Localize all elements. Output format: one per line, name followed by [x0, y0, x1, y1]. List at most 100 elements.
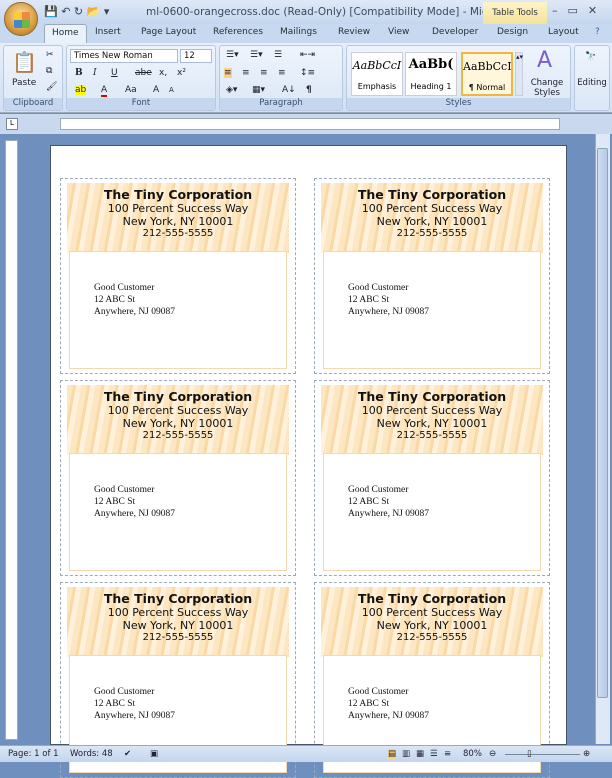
macro-icon[interactable]: ▣: [150, 749, 158, 759]
company-phone: 212-555-5555: [142, 632, 214, 643]
recipient-name: Good Customer: [94, 485, 155, 495]
clipboard-group: 📋 Paste ✂ ⧉ 🖌 Clipboard: [3, 45, 63, 111]
multilevel-list-icon[interactable]: ☰: [274, 50, 282, 60]
bullets-icon[interactable]: ☰▾: [226, 50, 239, 60]
line-spacing-icon[interactable]: ↕≡: [300, 68, 315, 78]
minimize-button[interactable]: –: [552, 4, 568, 17]
tab-view[interactable]: View: [388, 27, 409, 37]
address-label[interactable]: The Tiny Corporation 100 Percent Success…: [314, 178, 550, 374]
customize-qat-icon[interactable]: ▾: [104, 5, 110, 18]
tab-home[interactable]: Home: [44, 24, 87, 43]
window-controls: –▭✕: [552, 4, 607, 17]
window-title: ml-0600-orangecross.doc (Read-Only) [Com…: [146, 6, 514, 18]
indent-icons[interactable]: ⇤⇥: [300, 50, 315, 60]
cut-icon[interactable]: ✂: [46, 50, 54, 60]
address-label[interactable]: The Tiny Corporation 100 Percent Success…: [60, 380, 296, 576]
copy-icon[interactable]: ⧉: [46, 66, 52, 76]
document-page[interactable]: The Tiny Corporation 100 Percent Success…: [50, 145, 567, 778]
recipient-street: 12 ABC St: [348, 699, 390, 709]
address-label[interactable]: The Tiny Corporation 100 Percent Success…: [314, 380, 550, 576]
sort-icon[interactable]: A↓: [282, 85, 296, 95]
change-styles-icon[interactable]: A: [537, 48, 552, 73]
tab-references[interactable]: References: [213, 27, 263, 37]
company-city: New York, NY 10001: [376, 215, 488, 228]
find-icon[interactable]: 🔭: [585, 52, 596, 62]
draft-icon[interactable]: ≡: [444, 749, 451, 759]
web-layout-icon[interactable]: ▦: [416, 749, 424, 759]
redo-icon[interactable]: ↻: [74, 5, 83, 18]
vertical-ruler[interactable]: [5, 140, 18, 740]
print-layout-icon[interactable]: ▤: [388, 749, 397, 759]
tab-page-layout[interactable]: Page Layout: [141, 27, 196, 37]
bold-button[interactable]: B: [75, 68, 83, 78]
format-painter-icon[interactable]: 🖌: [46, 82, 57, 92]
styles-label: Styles: [347, 98, 570, 110]
office-button[interactable]: [4, 2, 38, 36]
help-icon[interactable]: ?: [595, 27, 600, 37]
align-center-icon[interactable]: ≡: [242, 68, 250, 78]
zoom-slider-thumb[interactable]: ▯: [527, 749, 532, 759]
tab-review[interactable]: Review: [338, 27, 370, 37]
tab-design[interactable]: Design: [497, 27, 528, 37]
borders-icon[interactable]: ▦▾: [252, 85, 265, 95]
paste-button[interactable]: Paste: [12, 78, 36, 88]
zoom-in-icon[interactable]: ⊕: [583, 749, 590, 759]
highlight-icon[interactable]: ab: [75, 85, 87, 95]
zoom-out-icon[interactable]: ⊖: [489, 749, 496, 759]
full-screen-reading-icon[interactable]: ▥: [402, 749, 410, 759]
align-right-icon[interactable]: ≡: [260, 68, 268, 78]
styles-scroll[interactable]: ▴▾: [515, 52, 523, 96]
strikethrough-button[interactable]: abe: [135, 68, 152, 78]
page-count[interactable]: Page: 1 of 1: [8, 749, 59, 759]
italic-button[interactable]: I: [93, 68, 97, 78]
tab-layout[interactable]: Layout: [548, 27, 579, 37]
company-city: New York, NY 10001: [376, 619, 488, 632]
change-case-button[interactable]: Aa: [125, 85, 137, 95]
save-icon[interactable]: 💾: [44, 5, 58, 18]
tab-insert[interactable]: Insert: [95, 27, 121, 37]
zoom-slider[interactable]: [505, 754, 580, 755]
paragraph-group: ☰▾ ☰▾ ☰ ⇤⇥ ≡ ≡ ≡ ≡ ↕≡ ◈▾ ▦▾ A↓ ¶ Paragra…: [219, 45, 343, 111]
zoom-level[interactable]: 80%: [463, 749, 482, 759]
recipient-name: Good Customer: [94, 687, 155, 697]
align-left-icon[interactable]: ≡: [224, 68, 232, 78]
tab-developer[interactable]: Developer: [432, 27, 478, 37]
company-street: 100 Percent Success Way: [361, 404, 503, 417]
font-name-select[interactable]: Times New Roman: [70, 49, 178, 63]
style-normal[interactable]: AaBbCcI ¶ Normal: [461, 52, 513, 96]
subscript-button[interactable]: x,: [159, 68, 167, 78]
word-count[interactable]: Words: 48: [70, 749, 113, 759]
open-icon[interactable]: 📂: [87, 5, 101, 18]
tab-mailings[interactable]: Mailings: [280, 27, 317, 37]
scrollbar-thumb[interactable]: [597, 148, 608, 698]
undo-icon[interactable]: ↶: [61, 5, 70, 18]
style-heading-1[interactable]: AaBb(Heading 1: [405, 52, 457, 96]
tab-selector-icon[interactable]: L: [6, 118, 18, 130]
numbering-icon[interactable]: ☰▾: [250, 50, 263, 60]
font-color-icon[interactable]: A: [101, 85, 108, 97]
show-formatting-button[interactable]: ¶: [306, 85, 312, 95]
superscript-button[interactable]: x²: [177, 68, 186, 78]
status-bar: Page: 1 of 1 Words: 48 ✔ ▣ ▤ ▥ ▦ ☰ ≡ 80%…: [0, 745, 612, 762]
proofing-icon[interactable]: ✔: [124, 749, 131, 759]
close-button[interactable]: ✕: [588, 4, 607, 17]
maximize-button[interactable]: ▭: [568, 4, 588, 17]
font-size-select[interactable]: 12: [180, 49, 212, 63]
editing-group[interactable]: 🔭 Editing: [574, 45, 610, 111]
change-styles-button[interactable]: Change Styles: [527, 78, 567, 98]
outline-icon[interactable]: ☰: [430, 749, 438, 759]
horizontal-ruler[interactable]: [60, 118, 560, 130]
paste-icon[interactable]: 📋: [12, 50, 37, 74]
shrink-font-button[interactable]: A: [169, 86, 174, 94]
grow-font-button[interactable]: A: [153, 85, 159, 95]
company-street: 100 Percent Success Way: [361, 202, 503, 215]
company-name: The Tiny Corporation: [357, 591, 507, 606]
address-label[interactable]: The Tiny Corporation 100 Percent Success…: [60, 178, 296, 374]
underline-button[interactable]: U: [111, 68, 118, 78]
justify-icon[interactable]: ≡: [278, 68, 286, 78]
label-header: The Tiny Corporation 100 Percent Success…: [321, 183, 543, 253]
styles-group: AaBbCcI Emphasis AaBb(Heading 1 AaBbCcI ¶ …: [346, 45, 571, 111]
shading-icon[interactable]: ◈▾: [226, 85, 237, 95]
style-emphasis[interactable]: AaBbCcI Emphasis: [351, 52, 403, 96]
company-city: New York, NY 10001: [376, 417, 488, 430]
